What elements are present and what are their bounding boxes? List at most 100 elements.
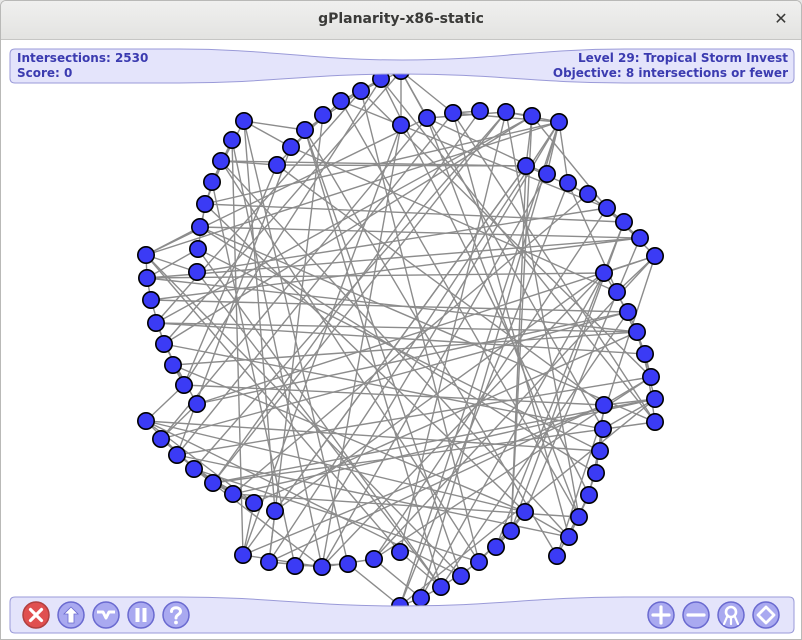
graph-vertex[interactable]	[645, 412, 664, 431]
graph-vertex[interactable]	[196, 195, 215, 214]
graph-vertex[interactable]	[147, 313, 166, 332]
graph-vertex[interactable]	[496, 103, 515, 122]
graph-vertex[interactable]	[593, 419, 612, 438]
graph-vertex[interactable]	[470, 102, 489, 121]
graph-edge	[321, 124, 402, 568]
graph-vertex[interactable]	[224, 484, 243, 503]
graph-vertex[interactable]	[443, 104, 462, 123]
close-icon[interactable]: ✕	[771, 9, 791, 29]
graph-vertex[interactable]	[390, 542, 409, 561]
graph-vertex[interactable]	[431, 577, 450, 596]
hide-lines-button[interactable]	[751, 600, 781, 630]
graph-vertex[interactable]	[635, 344, 654, 363]
title-bar[interactable]: gPlanarity-x86-static ✕	[1, 1, 801, 40]
graph-vertex[interactable]	[515, 502, 534, 521]
graph-vertex[interactable]	[618, 302, 637, 321]
graph-vertex[interactable]	[295, 121, 314, 140]
graph-vertex[interactable]	[168, 445, 187, 464]
graph-vertex[interactable]	[516, 157, 535, 176]
level-title: Level 29: Tropical Storm Invest	[577, 51, 788, 65]
graph-vertex[interactable]	[137, 246, 156, 265]
graph-vertex[interactable]	[627, 322, 646, 341]
graph-vertex[interactable]	[579, 485, 598, 504]
graph-vertex[interactable]	[645, 247, 664, 266]
graph-vertex[interactable]	[185, 459, 204, 478]
graph-vertex[interactable]	[614, 213, 633, 232]
graph-vertex[interactable]	[189, 240, 208, 259]
graph-vertex[interactable]	[630, 229, 649, 248]
graph-vertex[interactable]	[590, 441, 609, 460]
graph-vertex[interactable]	[223, 131, 242, 150]
expand-button[interactable]	[716, 600, 746, 630]
status-panel: Intersections: 2530 Score: 0 Level 29: T…	[9, 48, 795, 84]
graph-vertex[interactable]	[175, 375, 194, 394]
graph-vertex[interactable]	[417, 109, 436, 128]
graph-vertex[interactable]	[203, 173, 222, 192]
zoom-out-button[interactable]	[681, 600, 711, 630]
graph-vertex[interactable]	[578, 185, 597, 204]
graph-vertex[interactable]	[234, 545, 253, 564]
graph-vertex[interactable]	[235, 112, 254, 131]
graph-vertex[interactable]	[267, 156, 286, 175]
minus-icon	[682, 601, 710, 629]
graph-board[interactable]	[1, 40, 802, 640]
graph-vertex[interactable]	[607, 282, 626, 301]
graph-vertex[interactable]	[281, 138, 300, 157]
window-title: gPlanarity-x86-static	[318, 11, 484, 27]
graph-vertex[interactable]	[558, 174, 577, 193]
graph-vertex[interactable]	[559, 527, 578, 546]
graph-vertex[interactable]	[152, 429, 171, 448]
score-display: Score: 0	[17, 66, 73, 80]
graph-edge	[558, 121, 569, 184]
graph-vertex[interactable]	[138, 268, 157, 287]
graph-vertex[interactable]	[212, 152, 231, 171]
close-circle-icon	[22, 601, 50, 629]
graph-vertex[interactable]	[594, 395, 613, 414]
graph-vertex[interactable]	[364, 549, 383, 568]
graph-vertex[interactable]	[155, 334, 174, 353]
graph-vertex[interactable]	[285, 556, 304, 575]
graph-vertex[interactable]	[188, 262, 207, 281]
graph-vertex[interactable]	[142, 290, 161, 309]
graph-vertex[interactable]	[164, 355, 183, 374]
graph-vertex[interactable]	[245, 493, 264, 512]
graph-vertex[interactable]	[547, 546, 566, 565]
zoom-in-button[interactable]	[646, 600, 676, 630]
graph-vertex[interactable]	[312, 557, 331, 576]
application-window: gPlanarity-x86-static ✕ Intersections: 2…	[0, 0, 802, 640]
graph-vertex[interactable]	[522, 107, 541, 126]
graph-vertex[interactable]	[204, 473, 223, 492]
graph-vertex[interactable]	[451, 566, 470, 585]
pause-icon	[127, 601, 155, 629]
graph-vertex[interactable]	[537, 165, 556, 184]
back-button[interactable]	[56, 600, 86, 630]
graph-vertex[interactable]	[645, 389, 664, 408]
pause-button[interactable]	[126, 600, 156, 630]
graph-vertex[interactable]	[391, 116, 410, 135]
graph-vertex[interactable]	[641, 367, 660, 386]
graph-vertex[interactable]	[137, 411, 156, 430]
graph-vertex[interactable]	[586, 463, 605, 482]
graph-vertex[interactable]	[259, 552, 278, 571]
graph-vertex[interactable]	[338, 554, 357, 573]
graph-vertex[interactable]	[331, 92, 350, 111]
graph-vertex[interactable]	[597, 199, 616, 218]
graph-vertex[interactable]	[313, 106, 332, 125]
graph-vertex[interactable]	[569, 507, 588, 526]
graph-vertex[interactable]	[351, 82, 370, 101]
plus-icon	[647, 601, 675, 629]
graph-edge	[373, 207, 608, 560]
graph-vertex[interactable]	[549, 113, 568, 132]
reset-button[interactable]	[91, 600, 121, 630]
graph-vertex[interactable]	[486, 537, 505, 556]
quit-button[interactable]	[21, 600, 51, 630]
graph-edge	[525, 165, 589, 195]
graph-vertex[interactable]	[594, 263, 613, 282]
graph-vertex[interactable]	[191, 218, 210, 237]
graph-vertex[interactable]	[501, 521, 520, 540]
graph-edge	[146, 237, 641, 279]
help-button[interactable]	[161, 600, 191, 630]
graph-vertex[interactable]	[188, 394, 207, 413]
graph-vertex[interactable]	[469, 552, 488, 571]
graph-vertex[interactable]	[265, 501, 284, 520]
